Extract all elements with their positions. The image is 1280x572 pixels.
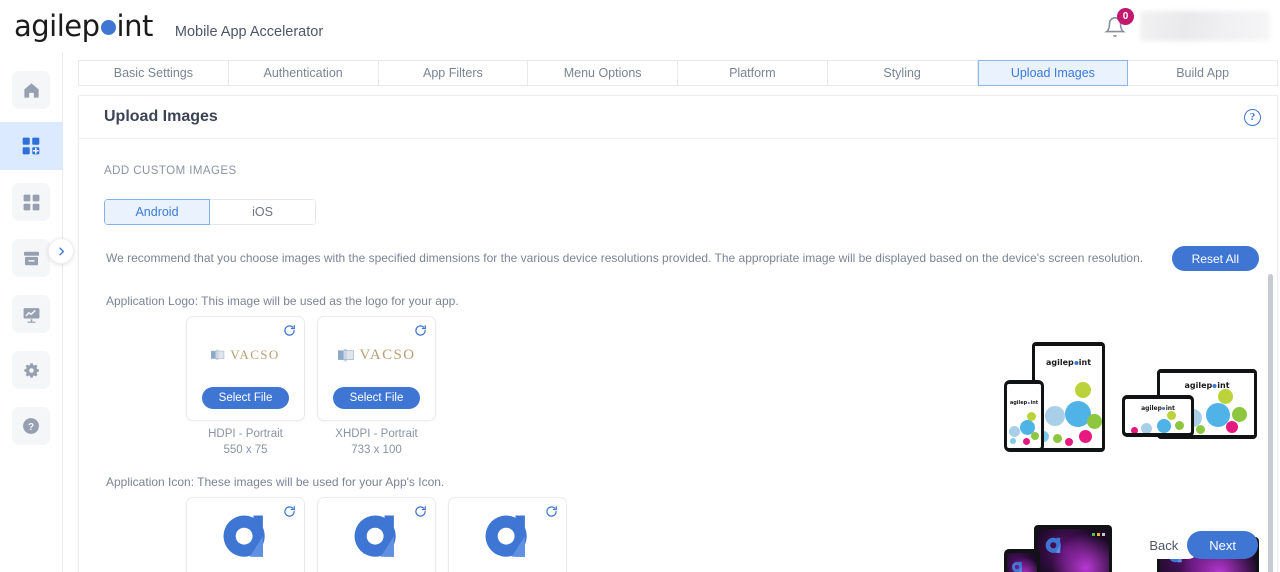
apps-grid-icon xyxy=(12,183,50,221)
icon-card-1[interactable] xyxy=(186,497,305,572)
tab-styling[interactable]: Styling xyxy=(827,60,978,86)
sidebar-item-help[interactable]: ? xyxy=(0,402,63,450)
panel-header: Upload Images ? xyxy=(79,96,1277,139)
sidebar-item-apps[interactable] xyxy=(0,178,63,226)
vacso-logo-image: VACSO xyxy=(337,347,416,364)
recommendation-row: We recommend that you choose images with… xyxy=(79,246,1277,271)
caption-dimensions: 733 x 100 xyxy=(351,443,402,456)
chevron-right-icon xyxy=(58,247,64,255)
agilepoint-a-mark-icon xyxy=(485,515,527,557)
icon-card-2[interactable] xyxy=(317,497,436,572)
upload-images-panel: Upload Images ? ADD CUSTOM IMAGES Androi… xyxy=(78,95,1278,572)
refresh-icon[interactable] xyxy=(545,505,558,523)
agilepoint-a-mark-icon xyxy=(354,515,396,557)
panel-scrollbar[interactable] xyxy=(1268,274,1273,572)
logo-caption-hdpi: HDPI - Portrait 550 x 75 xyxy=(186,427,305,458)
agilepoint-a-mark-icon xyxy=(1011,561,1023,572)
page-title: Upload Images xyxy=(104,108,218,125)
wizard-navigation: Back Next xyxy=(1128,531,1258,559)
sidebar-expand-button[interactable] xyxy=(48,238,74,264)
phone-landscape-screen: agilep int xyxy=(1125,399,1191,433)
caption-resolution: XHDPI - Portrait xyxy=(335,428,418,440)
vacso-box-icon xyxy=(337,348,354,361)
phone-icon-frame xyxy=(1004,549,1040,572)
notification-count-badge: 0 xyxy=(1117,8,1134,25)
icon-card-3[interactable] xyxy=(448,497,567,572)
logo-caption-xhdpi: XHDPI - Portrait 733 x 100 xyxy=(317,427,436,458)
logo-card-captions: HDPI - Portrait 550 x 75 XHDPI - Portrai… xyxy=(186,421,1277,458)
wizard-tabs: Basic Settings Authentication App Filter… xyxy=(78,60,1278,86)
gear-icon xyxy=(12,351,50,389)
tab-authentication[interactable]: Authentication xyxy=(228,60,379,86)
tab-platform[interactable]: Platform xyxy=(678,60,828,86)
question-circle-icon: ? xyxy=(12,407,50,445)
agilepoint-a-mark-icon xyxy=(223,515,265,557)
notification-bell-button[interactable]: 0 xyxy=(1100,8,1134,43)
reset-all-button[interactable]: Reset All xyxy=(1171,246,1259,271)
refresh-icon[interactable] xyxy=(283,324,296,342)
header-actions: 0 xyxy=(1100,8,1280,43)
tablet-icon-frame xyxy=(1034,525,1112,572)
recommendation-text: We recommend that you choose images with… xyxy=(106,251,1144,266)
agilepoint-a-mark-icon xyxy=(1045,537,1061,553)
app-root: agilep int Mobile App Accelerator 0 ? Ba… xyxy=(0,0,1280,572)
logo-card-xhdpi[interactable]: VACSO Select File xyxy=(317,316,436,421)
logo-wordmark: agilep int xyxy=(14,9,153,43)
select-file-button[interactable]: Select File xyxy=(201,387,290,409)
app-title: Mobile App Accelerator xyxy=(174,24,324,40)
phone-icon-screen xyxy=(1007,553,1037,572)
tablet-portrait-screen: agilep int xyxy=(1035,346,1102,448)
application-logo-description: Application Logo: This image will be use… xyxy=(106,294,459,308)
tab-basic-settings[interactable]: Basic Settings xyxy=(78,60,229,86)
refresh-icon[interactable] xyxy=(414,324,427,342)
phone-landscape-frame: agilep int xyxy=(1122,395,1194,437)
user-account-area[interactable] xyxy=(1140,11,1270,41)
mini-agilepoint-logo: agilep int xyxy=(1009,400,1039,406)
chart-monitor-icon xyxy=(12,295,50,333)
tab-upload-images[interactable]: Upload Images xyxy=(977,60,1129,86)
logo-card-hdpi[interactable]: VACSO Select File xyxy=(186,316,305,421)
help-icon[interactable]: ? xyxy=(1244,108,1261,126)
sidebar-item-add-app[interactable] xyxy=(0,122,63,170)
tab-app-filters[interactable]: App Filters xyxy=(378,60,529,86)
tablet-icon-screen xyxy=(1037,529,1109,572)
platform-ios-button[interactable]: iOS xyxy=(210,199,316,225)
next-button[interactable]: Next xyxy=(1187,531,1258,559)
logo-preview-landscape: agilep int agilep int xyxy=(1122,369,1257,459)
refresh-icon[interactable] xyxy=(414,505,427,523)
tab-menu-options[interactable]: Menu Options xyxy=(528,60,678,86)
apps-add-icon xyxy=(12,127,50,165)
platform-toggle: Android iOS xyxy=(104,199,316,225)
archive-box-icon xyxy=(12,239,50,277)
platform-android-button[interactable]: Android xyxy=(104,199,210,225)
phone-portrait-frame: agilep int xyxy=(1004,380,1044,452)
caption-dimensions: 550 x 75 xyxy=(223,443,268,456)
refresh-icon[interactable] xyxy=(283,505,296,523)
caption-resolution: HDPI - Portrait xyxy=(208,428,283,440)
logo-dot-icon xyxy=(100,19,116,35)
icon-preview-portrait xyxy=(1004,525,1114,572)
application-logo-cards: VACSO Select File VACSO Select File xyxy=(186,316,1277,421)
section-label-add-custom-images: ADD CUSTOM IMAGES xyxy=(104,165,237,177)
vacso-wordmark: VACSO xyxy=(230,347,280,362)
application-icon-description: Application Icon: These images will be u… xyxy=(106,475,445,490)
svg-text:?: ? xyxy=(28,422,34,433)
panel-body: ADD CUSTOM IMAGES Android iOS We recomme… xyxy=(79,139,1277,572)
sidebar-item-settings[interactable] xyxy=(0,346,63,394)
phone-portrait-screen: agilep int xyxy=(1007,384,1041,448)
sidebar-item-home[interactable] xyxy=(0,66,63,114)
app-header: agilep int Mobile App Accelerator 0 xyxy=(0,0,1280,52)
brand-logo[interactable]: agilep int Mobile App Accelerator xyxy=(14,9,323,43)
vacso-wordmark: VACSO xyxy=(359,347,416,363)
sidebar-item-reports[interactable] xyxy=(0,290,63,338)
tab-build-app[interactable]: Build App xyxy=(1128,60,1278,86)
vacso-box-icon xyxy=(211,349,225,360)
mini-agilepoint-logo: agilep int xyxy=(1045,358,1092,367)
vacso-logo-image: VACSO xyxy=(211,347,279,363)
select-file-button[interactable]: Select File xyxy=(332,387,421,409)
left-sidebar: ? xyxy=(0,52,63,572)
logo-preview-portrait: agilep int agilep int xyxy=(1004,342,1109,457)
home-icon xyxy=(12,71,50,109)
